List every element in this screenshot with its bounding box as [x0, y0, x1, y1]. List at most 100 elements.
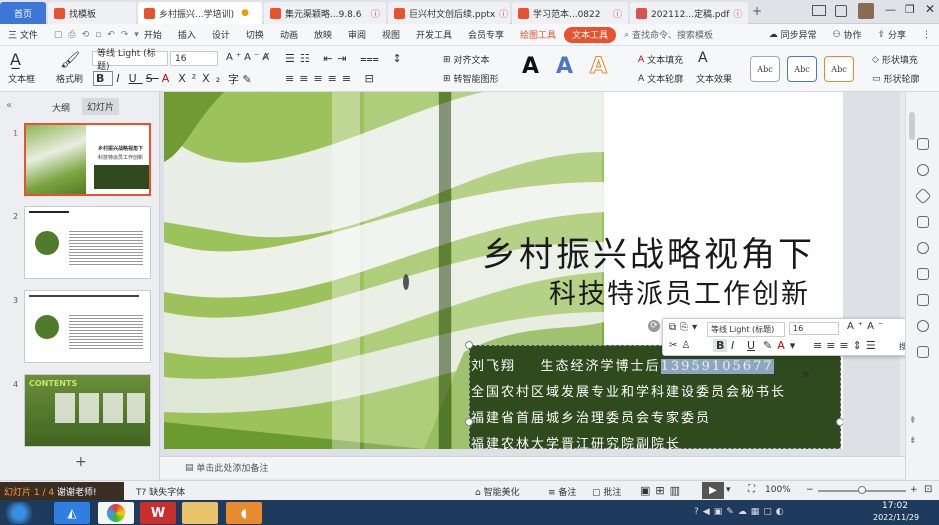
restore-icon[interactable]: ❐	[905, 3, 915, 16]
mini-font-grow-icons[interactable]: A⁺A⁻	[847, 321, 887, 332]
quick-access-toolbar[interactable]: ▢⎙⟲▫↶↷▾	[46, 24, 139, 46]
close-icon[interactable]: ⓘ	[371, 7, 380, 20]
help-icon[interactable]	[917, 242, 929, 254]
image-icon[interactable]	[917, 268, 929, 280]
copy-paste-icons[interactable]: ⧉⎘▾	[669, 322, 701, 333]
close-icon[interactable]: ⓘ	[613, 7, 622, 20]
shape-style-3[interactable]: Abc	[824, 56, 854, 82]
shape-style-1[interactable]: Abc	[750, 56, 780, 82]
cut-brush-icons[interactable]: ✂♙	[669, 340, 694, 351]
list-icons[interactable]: ☰☷ ⇤⇥ ⩶ ↕	[285, 52, 407, 66]
tab-home[interactable]: 首页	[0, 2, 46, 24]
close-window-icon[interactable]: ✕	[925, 2, 935, 16]
tab-doc-3[interactable]: 巨兴村文创后续.pptx ⓘ	[388, 2, 510, 24]
font-size-select[interactable]: 16	[170, 51, 218, 66]
share-panel-icon[interactable]	[917, 346, 929, 358]
format-brush-button[interactable]: 格式刷	[56, 72, 83, 85]
text-fill-button[interactable]: A 文本填充	[638, 53, 683, 67]
window-layout-icon[interactable]	[812, 5, 826, 16]
menu-design[interactable]: 设计	[204, 24, 238, 46]
menu-transition[interactable]: 切换	[238, 24, 272, 46]
align-icons[interactable]: ≡≡≡≡≡ ⊟	[285, 72, 379, 85]
new-tab-button[interactable]: +	[752, 4, 762, 18]
scroll-up-icon[interactable]: ⇞	[909, 416, 917, 426]
scroll-down-icon[interactable]: ⇟	[909, 436, 917, 446]
rotate-handle-icon[interactable]: ⟳	[648, 320, 660, 332]
menu-text-tool[interactable]: 文本工具	[564, 26, 617, 43]
mini-font-select[interactable]: 等线 Light (标题)	[707, 322, 785, 337]
tray-icons[interactable]: ?◀▣✎☁▦▢◐	[694, 507, 788, 517]
slide-thumbnail-4[interactable]: CONTENTS	[24, 374, 151, 447]
phone-selected-text[interactable]: 13959105677	[660, 359, 774, 374]
shape-fill-button[interactable]: ◇ 形状填充	[872, 53, 918, 67]
font-grow-shrink-icons[interactable]: A⁺A⁻Ⱥ	[226, 52, 272, 63]
smart-shape-button[interactable]: ⊞ 转智能图形	[443, 72, 499, 86]
tab-slides[interactable]: 幻灯片	[82, 98, 120, 115]
textbox-icon[interactable]	[917, 216, 929, 228]
app-icon-wps[interactable]: W	[140, 502, 176, 524]
slide-thumbnail-3[interactable]	[24, 290, 151, 363]
tab-outline[interactable]: 大纲	[52, 101, 70, 114]
menu-animation[interactable]: 动画	[272, 24, 306, 46]
app-icon-browser[interactable]	[98, 502, 134, 524]
shape-outline-button[interactable]: ▭ 形状轮廓	[872, 72, 920, 86]
chart-icon[interactable]	[917, 294, 929, 306]
text-outline-button[interactable]: A 文本轮廓	[638, 72, 683, 86]
zoom-slider-thumb[interactable]	[858, 486, 866, 494]
menu-insert[interactable]: 插入	[170, 24, 204, 46]
play-slideshow-icon[interactable]: ▶	[702, 482, 724, 499]
slide-subtitle[interactable]: 科技特派员工作创新	[549, 272, 810, 311]
menu-slideshow[interactable]: 放映	[306, 24, 340, 46]
notes-pane[interactable]: ▤ 单击此处添加备注	[160, 456, 905, 478]
mini-underline-button[interactable]: U	[747, 339, 755, 352]
tab-doc-2[interactable]: 集元渠颖略...9.8.6 ⓘ	[264, 2, 386, 24]
slide-canvas[interactable]: 乡村振兴战略视角下 科技特派员工作创新 刘飞翔 生态经济学博士后13959105…	[164, 92, 843, 449]
add-slide-button[interactable]: +	[75, 454, 87, 470]
share-button[interactable]: ⇪ 分享	[870, 24, 914, 46]
app-icon-feishu[interactable]: ◭	[54, 502, 90, 524]
text-style-blue[interactable]: A	[556, 54, 573, 79]
fit-slide-icon[interactable]: ⊡	[924, 484, 932, 495]
mini-size-select[interactable]: 16	[789, 322, 839, 335]
slide-thumbnail-1[interactable]: 乡村振兴战略视角下 科技特派员工作创新	[24, 123, 151, 196]
zoom-in-icon[interactable]: +	[910, 485, 918, 495]
close-icon[interactable]: ⓘ	[499, 7, 508, 20]
text-effect-icon[interactable]: A	[698, 50, 708, 66]
textbox-icon[interactable]: A̲	[10, 50, 21, 69]
mini-color-icons[interactable]: ✎A▾	[763, 339, 800, 352]
sync-status[interactable]: ☁ 同步异常	[761, 24, 825, 46]
resize-handle[interactable]	[465, 341, 473, 349]
notes-toggle-button[interactable]: ≡ 备注	[548, 485, 576, 498]
shape-style-2[interactable]: Abc	[787, 56, 817, 82]
text-format-icons[interactable]: B I U S A X²X₂	[93, 71, 226, 86]
slide-title[interactable]: 乡村振兴战略视角下	[482, 227, 815, 276]
mini-italic-button[interactable]: I	[731, 339, 734, 352]
sliders-icon[interactable]	[917, 138, 929, 150]
align-text-button[interactable]: ⊞ 对齐文本	[443, 53, 490, 67]
tab-templates[interactable]: 找模板	[48, 2, 136, 24]
menu-file[interactable]: 三 文件	[0, 24, 46, 46]
avatar[interactable]	[858, 3, 874, 19]
menu-developer[interactable]: 开发工具	[408, 24, 460, 46]
slideshow-dropdown-icon[interactable]: ▾	[726, 485, 731, 495]
font-family-select[interactable]: 等线 Light (标题)	[92, 49, 168, 72]
menu-review[interactable]: 审阅	[340, 24, 374, 46]
format-brush-icon[interactable]: 🖌	[60, 50, 80, 69]
star-icon[interactable]	[914, 187, 932, 205]
app-icon-explorer[interactable]	[182, 502, 218, 524]
view-mode-icons[interactable]: ▣⊞▥	[640, 484, 685, 497]
more-icon[interactable]: ⋮	[914, 24, 939, 46]
text-effect-button[interactable]: 文本效果	[696, 72, 732, 85]
mini-bold-button[interactable]: B	[713, 339, 728, 352]
text-style-black[interactable]: A	[522, 54, 539, 79]
tab-doc-4[interactable]: 学习范本...0822 ⓘ	[512, 2, 628, 24]
info-textbox[interactable]: 刘飞翔 生态经济学博士后13959105677 全国农村区域发展专业和学科建设委…	[469, 345, 841, 449]
menu-member[interactable]: 会员专享	[460, 24, 512, 46]
shape-icon[interactable]	[917, 164, 929, 176]
menu-draw-tool[interactable]: 绘图工具	[512, 24, 564, 46]
fit-window-icon[interactable]: ⛶	[748, 484, 755, 495]
textbox-button[interactable]: 文本框	[8, 72, 35, 85]
zoom-out-icon[interactable]: −	[806, 485, 814, 495]
collab-button[interactable]: ⚇ 协作	[825, 24, 870, 46]
collapse-panel-icon[interactable]: «	[6, 100, 12, 111]
